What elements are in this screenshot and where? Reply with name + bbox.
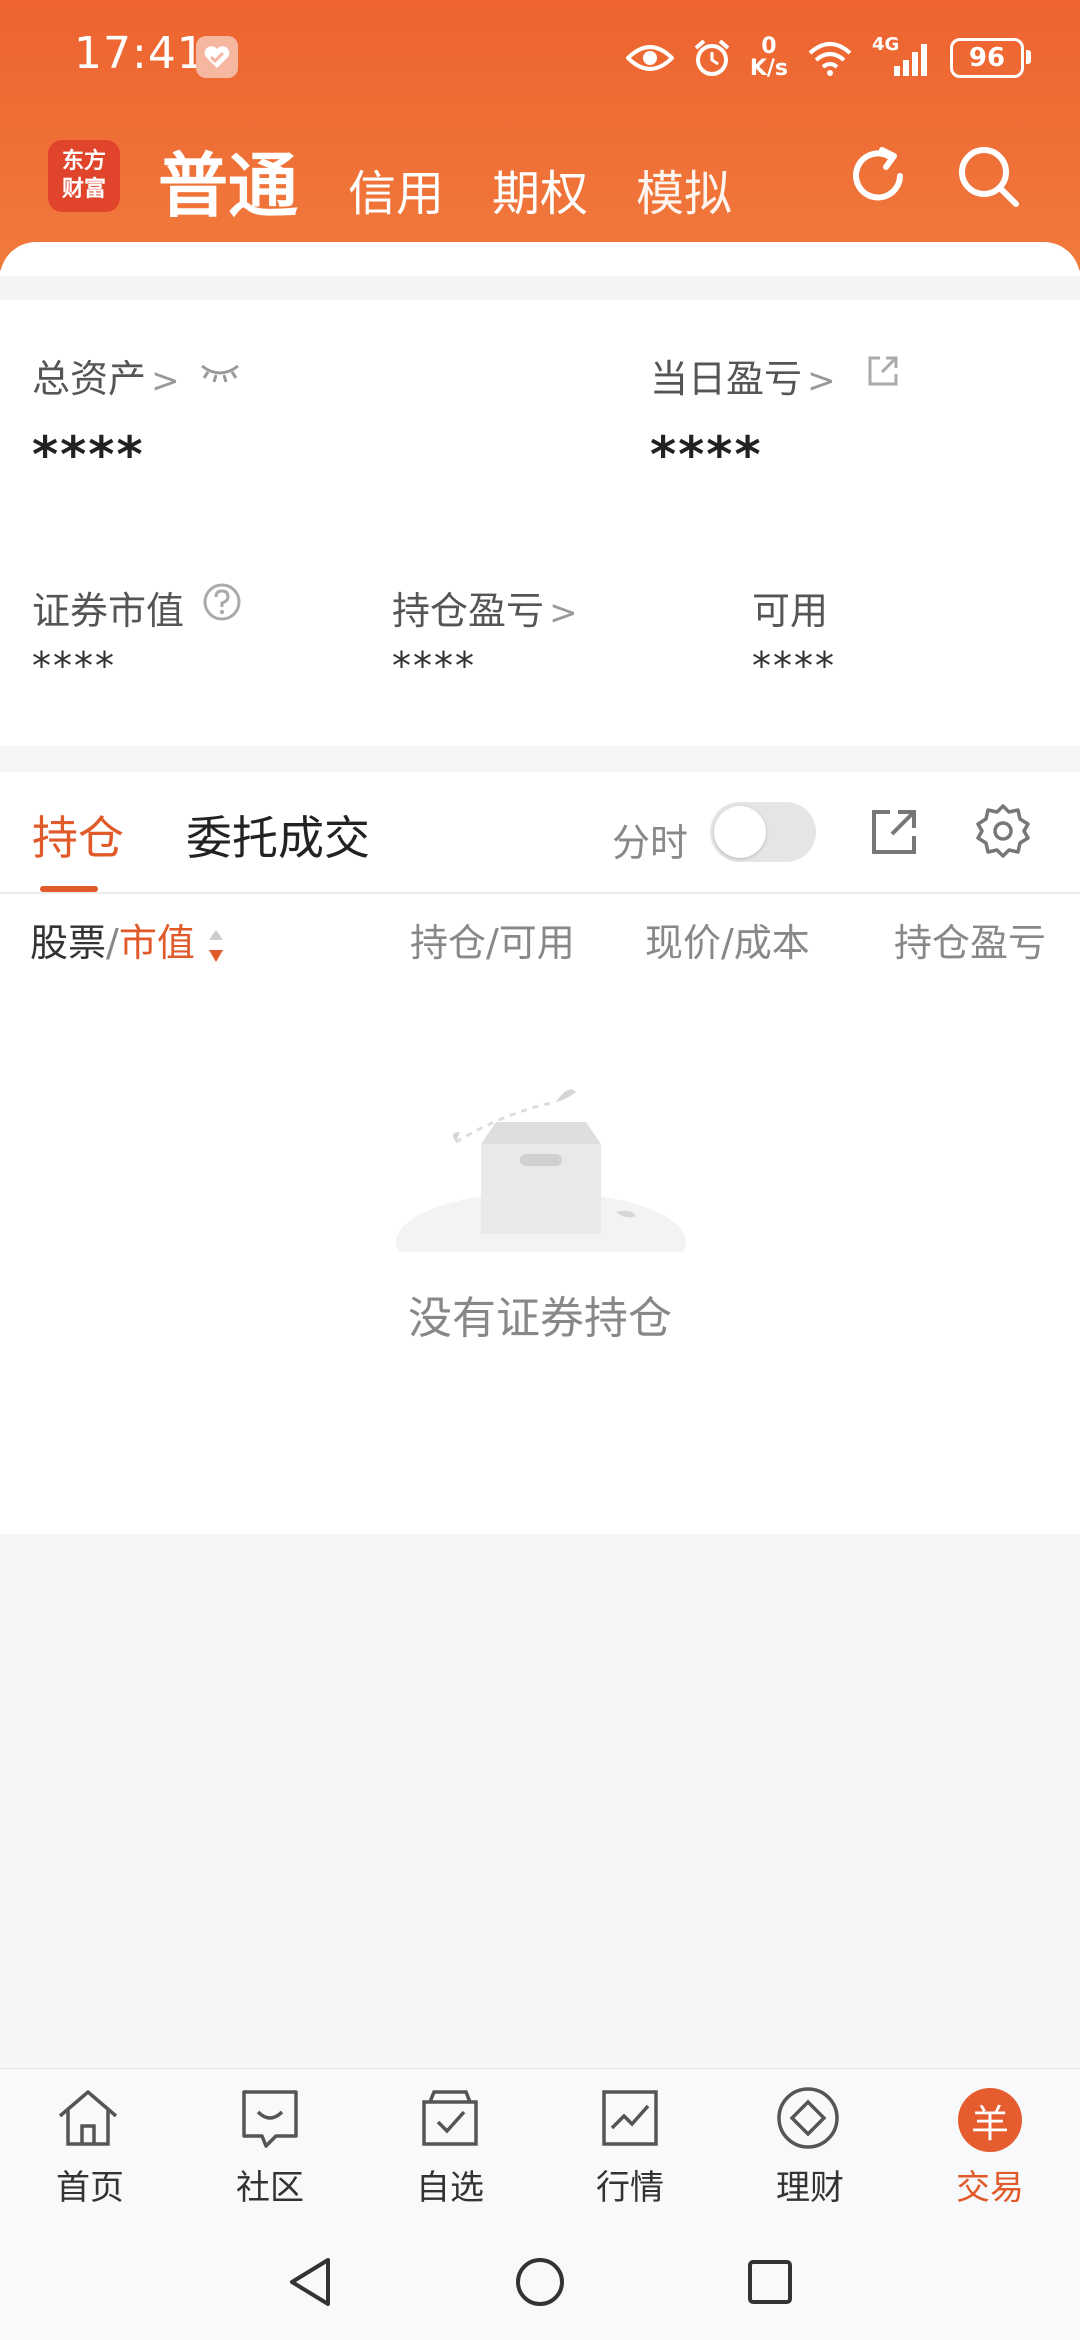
sort-icon [208, 929, 223, 962]
position-pnl-row[interactable]: 持仓盈亏 > [392, 580, 578, 635]
eye-icon [625, 45, 674, 71]
alarm-icon [694, 39, 730, 76]
col-stock-label: 股票 [30, 921, 107, 965]
total-assets-label: 总资产 [32, 357, 147, 401]
home-circle-icon[interactable] [512, 2254, 568, 2310]
column-position-pnl: 持仓盈亏 [894, 921, 1047, 965]
total-assets-value: **** [32, 426, 145, 484]
home-icon[interactable] [54, 2084, 122, 2152]
tab-options[interactable]: 期权 [492, 154, 588, 224]
chevron-right-icon: > [807, 361, 836, 401]
available-label: 可用 [752, 589, 829, 633]
col-separator: / [106, 921, 119, 965]
tab-normal[interactable]: 普通 [158, 130, 298, 231]
wealth-icon[interactable] [774, 2084, 842, 2152]
settings-gear-icon[interactable] [974, 802, 1032, 860]
chevron-right-icon: > [151, 361, 180, 401]
available-row: 可用 [752, 580, 828, 635]
toggle-label: 分时 [612, 821, 689, 865]
app-header: 17:41 0 K/s 4G 96 东方 财富 普通 信用 期权 模拟 [0, 0, 1080, 270]
col-market-value-label: 市值 [118, 921, 195, 965]
column-stock-market-value[interactable]: 股票/市值 [30, 912, 225, 967]
market-value-value: **** [32, 644, 116, 688]
daily-pnl-label: 当日盈亏 [650, 357, 803, 401]
market-icon[interactable] [596, 2084, 664, 2152]
nav-home[interactable]: 首页 [30, 2160, 150, 2209]
health-app-icon [196, 36, 238, 78]
market-value-label: 证券市值 [32, 589, 185, 633]
export-icon[interactable] [868, 806, 920, 858]
daily-pnl-row[interactable]: 当日盈亏 > [650, 348, 836, 403]
net-speed: 0 K/s [749, 34, 788, 81]
search-icon[interactable] [952, 140, 1024, 212]
empty-message: 没有证券持仓 [408, 1293, 672, 1344]
nav-trade[interactable]: 交易 [930, 2160, 1050, 2209]
available-value: **** [752, 644, 836, 688]
positions-panel: 持仓 委托成交 分时 股票/市值 持仓/可用 现价/成本 持仓盈亏 没有证券持仓 [0, 772, 1080, 1534]
divider [0, 892, 1080, 894]
daily-pnl-value: **** [650, 426, 763, 484]
market-value-row: 证券市值 [32, 580, 184, 635]
status-time: 17:41 [74, 28, 206, 79]
chevron-right-icon: > [549, 593, 578, 633]
back-icon[interactable] [284, 2254, 336, 2310]
share-icon[interactable] [864, 352, 902, 390]
nav-market[interactable]: 行情 [570, 2160, 690, 2209]
help-icon[interactable] [202, 582, 242, 622]
signal-icon: 4G [872, 34, 932, 78]
status-bar: 17:41 0 K/s 4G 96 [0, 0, 1080, 120]
wifi-icon [808, 42, 852, 76]
community-icon[interactable] [236, 2084, 304, 2152]
intraday-toggle[interactable] [710, 802, 816, 862]
battery-icon: 96 [950, 38, 1031, 78]
tab-credit[interactable]: 信用 [348, 154, 444, 224]
column-price-cost: 现价/成本 [645, 921, 810, 965]
toggle-knob [714, 806, 766, 858]
status-icons: 0 K/s 4G 96 [625, 28, 1031, 88]
trade-icon[interactable]: 羊 [958, 2088, 1022, 2152]
assets-card: 总资产 > **** 当日盈亏 > **** 证券市值 **** 持仓盈亏 > … [0, 300, 1080, 746]
nav-community[interactable]: 社区 [210, 2160, 330, 2209]
tab-orders[interactable]: 委托成交 [186, 802, 370, 868]
watchlist-icon[interactable] [416, 2084, 484, 2152]
refresh-icon[interactable] [842, 140, 914, 212]
recents-icon[interactable] [744, 2256, 796, 2308]
app-logo[interactable]: 东方 财富 [48, 140, 120, 212]
eye-closed-icon[interactable] [198, 360, 242, 384]
total-assets-row[interactable]: 总资产 > [32, 348, 180, 403]
nav-watchlist[interactable]: 自选 [390, 2160, 510, 2209]
nav-wealth[interactable]: 理财 [750, 2160, 870, 2209]
position-pnl-value: **** [392, 644, 476, 688]
bottom-navigation [0, 2068, 1080, 2225]
tab-simulation[interactable]: 模拟 [636, 154, 732, 224]
empty-box-illustration [396, 1089, 686, 1252]
panel-divider [0, 276, 1080, 300]
position-pnl-label: 持仓盈亏 [392, 589, 545, 633]
column-holding: 持仓/可用 [410, 921, 575, 965]
tab-positions[interactable]: 持仓 [32, 802, 124, 868]
